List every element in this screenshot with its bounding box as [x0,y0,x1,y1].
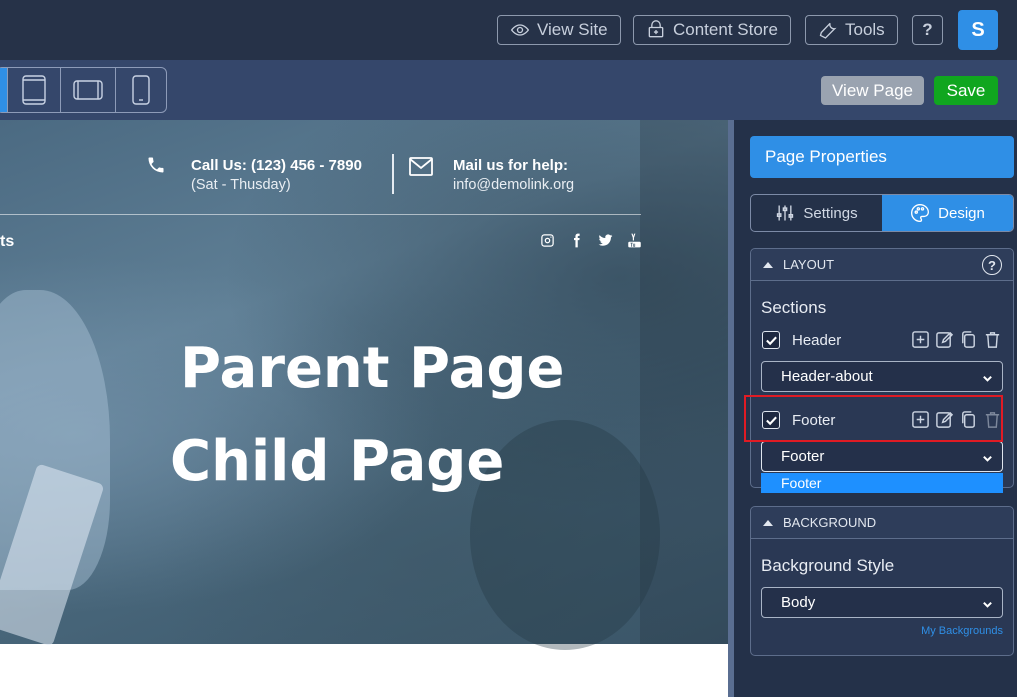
nav-item[interactable]: ts [0,233,14,251]
device-switcher [0,67,167,113]
tablet-landscape-button[interactable] [60,68,114,112]
header-section-row: Header [762,331,841,349]
panel-tabs: Settings Design [750,194,1014,232]
footer-select[interactable]: Footer [761,441,1003,472]
background-style-select[interactable]: Body [761,587,1003,618]
help-label: ? [922,20,933,39]
header-checkbox[interactable] [762,331,780,349]
check-icon [765,336,777,345]
background-section-header[interactable]: BACKGROUND [751,507,1013,539]
footer-select-value: Footer [781,448,825,465]
tablet-portrait-icon [22,75,46,105]
chevron-down-icon [982,597,992,608]
layout-section-header[interactable]: LAYOUT ? [751,249,1013,281]
instagram-icon[interactable] [540,233,555,248]
call-us-block: Call Us: (123) 456 - 7890 (Sat - Thusday… [191,157,362,193]
background-style-label: Background Style [761,556,895,575]
twitter-icon[interactable] [598,233,613,248]
mail-us-block: Mail us for help: info@demolink.org [453,157,574,193]
content-store-button[interactable]: Content Store [633,15,791,45]
view-site-label: View Site [537,20,608,39]
background-heading: BACKGROUND [783,515,877,530]
tablet-landscape-icon [73,80,103,100]
content-store-label: Content Store [673,20,778,39]
background-select-value: Body [781,594,816,611]
panel-title: Page Properties [750,136,1014,178]
phone-icon [148,157,164,173]
view-page-button[interactable]: View Page [821,76,924,105]
facebook-icon[interactable] [569,233,584,248]
mobile-view-button[interactable] [114,68,166,112]
collapse-triangle-icon [763,261,773,268]
hero-title-parent: Parent Page [180,336,565,401]
highlight-box [744,395,1003,442]
eye-icon [510,24,530,36]
shopping-basket-icon [648,20,664,38]
help-button[interactable]: ? [912,15,943,45]
chevron-down-icon [982,451,992,462]
tab-settings-label: Settings [803,204,858,222]
hero-background-image: Call Us: (123) 456 - 7890 (Sat - Thusday… [0,120,728,650]
sections-label: Sections [761,298,827,317]
wrench-icon [819,22,837,39]
tools-button[interactable]: Tools [805,15,898,45]
tools-label: Tools [845,20,885,39]
envelope-icon [409,157,433,176]
header-row-actions [911,330,1002,349]
layout-section: LAYOUT ? Sections Header Header-about Fo… [750,248,1014,493]
header-divider [0,214,641,215]
mail-us-title: Mail us for help: [453,157,569,174]
tab-design-label: Design [938,204,985,222]
contact-divider [392,154,394,194]
collapse-triangle-icon [763,519,773,526]
mobile-phone-icon [132,75,150,105]
footer-dropdown-option[interactable]: Footer [761,473,1003,493]
page-preview-canvas[interactable]: Call Us: (123) 456 - 7890 (Sat - Thusday… [0,120,728,697]
header-section-label: Header [792,331,842,349]
help-circle-icon[interactable]: ? [982,255,1002,275]
save-button[interactable]: Save [934,76,998,105]
background-section: BACKGROUND Background Style Body My Back… [750,506,1014,656]
tablet-portrait-button[interactable] [6,68,60,112]
view-site-button[interactable]: View Site [497,15,621,45]
header-select-value: Header-about [781,368,873,385]
tab-settings[interactable]: Settings [751,195,882,231]
header-select[interactable]: Header-about [761,361,1003,392]
tab-design[interactable]: Design [882,195,1013,231]
desktop-view-button[interactable] [0,68,7,112]
youtube-icon[interactable] [627,233,642,248]
social-links [540,233,642,248]
trash-icon[interactable] [983,330,1002,349]
add-icon[interactable] [911,330,930,349]
mail-address: info@demolink.org [453,177,575,193]
call-us-title: Call Us: (123) 456 - 7890 [191,157,362,174]
my-backgrounds-link[interactable]: My Backgrounds [921,625,1003,637]
hero-title-child: Child Page [170,429,505,494]
avatar[interactable]: S [958,10,998,50]
top-bar: View Site Content Store Tools ? S [0,0,1017,60]
edit-icon[interactable] [935,330,954,349]
chevron-down-icon [982,371,992,382]
sliders-icon [777,205,794,221]
copy-icon[interactable] [959,330,978,349]
layout-heading: LAYOUT [783,257,835,272]
call-us-hours: (Sat - Thusday) [191,177,291,193]
palette-icon [911,203,930,223]
